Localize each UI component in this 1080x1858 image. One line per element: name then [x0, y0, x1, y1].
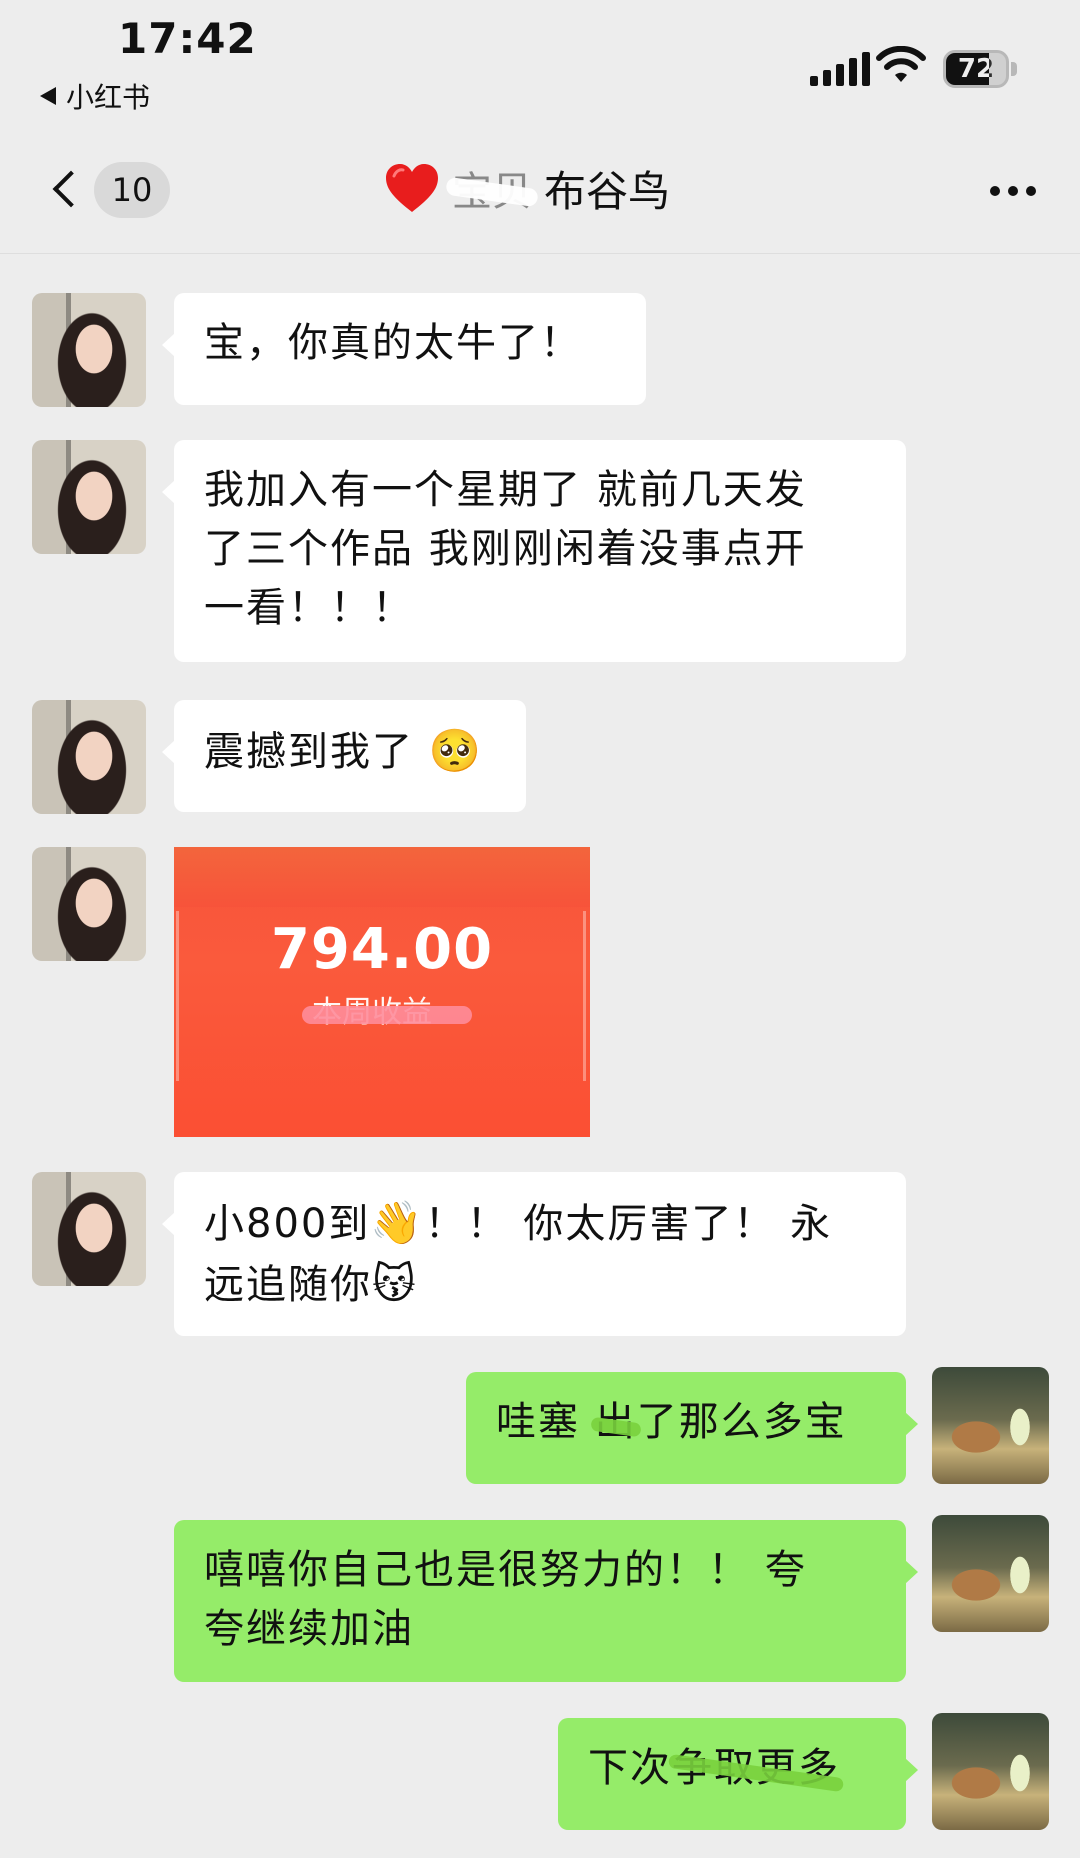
- waving-hand-emoji-icon: 👋: [370, 1198, 425, 1247]
- chat-title-name: 布谷鸟: [544, 166, 671, 216]
- message-bubble-incoming[interactable]: 震撼到我了 🥺: [162, 700, 526, 812]
- scribbled-text: 出: [594, 1399, 637, 1445]
- message-text-line: 小800到👋！！ 你太厉害了！ 永: [204, 1193, 876, 1254]
- contact-avatar[interactable]: [32, 293, 146, 407]
- contact-avatar[interactable]: [32, 440, 146, 554]
- message-text: 震撼到我了: [204, 729, 414, 775]
- message-bubble-outgoing[interactable]: 哇塞 出了那么多宝: [466, 1372, 918, 1484]
- message-bubble-outgoing[interactable]: 下次争取更多: [558, 1718, 918, 1830]
- cellular-signal-icon: [810, 52, 870, 86]
- red-heart-icon: [386, 164, 438, 212]
- pleading-face-emoji-icon: 🥺: [428, 726, 484, 775]
- earnings-label: 本周收益: [312, 995, 432, 1030]
- scribbled-text: 争取更多: [672, 1745, 840, 1791]
- earnings-screenshot-image[interactable]: 794.00 本周收益: [174, 847, 590, 1137]
- message-text-line: 一看！！！: [204, 585, 414, 631]
- message-text-line: 夸继续加油: [204, 1606, 414, 1652]
- chat-title-redacted: 宝贝: [452, 159, 532, 217]
- wifi-icon: [876, 46, 926, 82]
- message-text: 小800到: [204, 1201, 371, 1247]
- status-time: 17:42: [118, 14, 257, 63]
- message-text-line: 了三个作品 我刚刚闲着没事点开: [204, 526, 807, 572]
- more-dots-icon[interactable]: [990, 186, 1036, 196]
- message-text: 宝，你真的太牛了！: [204, 320, 582, 366]
- kissing-cat-emoji-icon: 😽: [372, 1259, 418, 1308]
- message-bubble-outgoing[interactable]: 嘻嘻你自己也是很努力的！！ 夸 夸继续加油: [174, 1520, 918, 1682]
- message-text: 了那么多宝: [636, 1399, 847, 1445]
- status-bar: 17:42 小红书 72: [0, 0, 1080, 130]
- back-chevron-icon[interactable]: [52, 170, 90, 208]
- unread-count-badge[interactable]: 10: [94, 162, 170, 218]
- message-text-line: 嘻嘻你自己也是很努力的！！ 夸: [204, 1547, 807, 1593]
- message-bubble-incoming[interactable]: 宝，你真的太牛了！: [162, 293, 646, 405]
- contact-avatar[interactable]: [32, 1172, 146, 1286]
- contact-avatar[interactable]: [32, 700, 146, 814]
- message-text: 远追随你: [204, 1262, 372, 1308]
- contact-avatar[interactable]: [32, 847, 146, 961]
- message-bubble-incoming[interactable]: 小800到👋！！ 你太厉害了！ 永 远追随你😽: [162, 1172, 906, 1336]
- message-text-line: 远追随你😽: [204, 1254, 876, 1315]
- chat-header: 10 宝贝 布谷鸟: [0, 130, 1080, 254]
- back-triangle-icon: [40, 87, 56, 105]
- earnings-amount: 794.00: [270, 917, 494, 982]
- message-text-line: 我加入有一个星期了 就前几天发: [204, 467, 807, 513]
- my-avatar[interactable]: [932, 1713, 1049, 1830]
- message-bubble-incoming[interactable]: 我加入有一个星期了 就前几天发 了三个作品 我刚刚闲着没事点开 一看！！！: [162, 440, 906, 662]
- battery-icon: 72: [943, 50, 1009, 88]
- my-avatar[interactable]: [932, 1515, 1049, 1632]
- my-avatar[interactable]: [932, 1367, 1049, 1484]
- battery-level: 72: [957, 54, 995, 84]
- back-to-app-link[interactable]: 小红书: [40, 76, 150, 116]
- message-text: ！！ 你太厉害了！ 永: [424, 1201, 833, 1247]
- message-text: 下次: [588, 1745, 672, 1791]
- chat-title: 宝贝 布谷鸟: [384, 156, 670, 220]
- message-text: 哇塞: [496, 1399, 595, 1445]
- back-app-label: 小红书: [66, 81, 151, 114]
- battery-cap: [1011, 62, 1017, 76]
